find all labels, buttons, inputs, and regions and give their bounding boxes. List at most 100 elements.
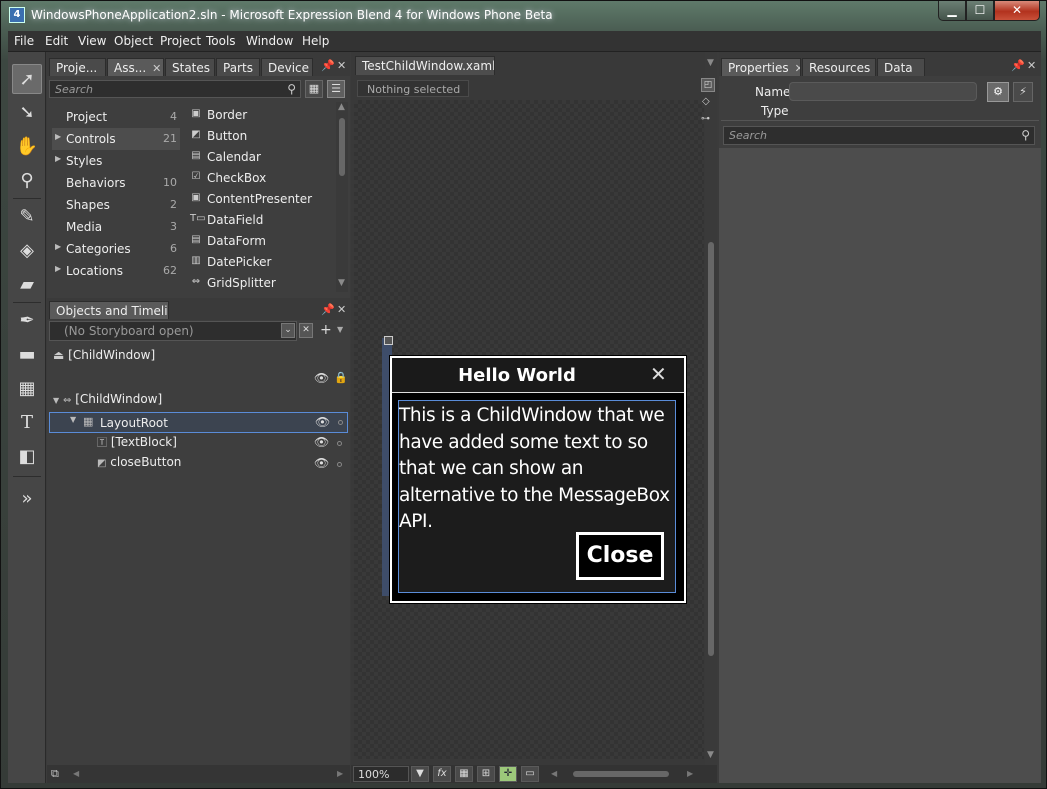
asset-datafield[interactable]: T▭ DataField [185, 210, 335, 231]
tab-states[interactable]: States [165, 58, 215, 76]
properties-search-input[interactable]: Search ⚲ [723, 126, 1035, 145]
zoom-icon[interactable]: ⚲ [12, 166, 42, 196]
tree-row-childwindow[interactable]: ▼ ⇔ [ChildWindow] [53, 392, 347, 413]
asset-dataform[interactable]: ▤ DataForm [185, 231, 335, 252]
gradient-brush-icon[interactable]: ▰ [12, 270, 42, 300]
tab-parts[interactable]: Parts [216, 58, 260, 76]
direct-select-icon[interactable]: ➘ [12, 98, 42, 128]
events-view-icon[interactable]: ⚡ [1013, 82, 1033, 102]
category-categories[interactable]: ▶ Categories 6 [52, 238, 180, 260]
show-grid-icon[interactable]: ▦ [455, 766, 473, 782]
paint-bucket-icon[interactable]: ◈ [12, 236, 42, 266]
close-button[interactable]: Close [576, 532, 664, 580]
close-window-button[interactable]: ✕ [994, 1, 1040, 21]
layer-icon[interactable]: ⧉ [51, 767, 59, 781]
design-view-icon[interactable]: ◰ [701, 78, 715, 92]
scroll-up-icon[interactable]: ▲ [338, 102, 345, 112]
visibility-eye-icon[interactable]: 👁 [314, 456, 329, 470]
grid-view-icon[interactable]: ▦ [305, 80, 323, 98]
menu-view[interactable]: View [78, 34, 106, 48]
lock-icon[interactable]: 🔒 [334, 371, 348, 384]
split-view-icon[interactable]: ⊶ [701, 114, 710, 124]
pin-icon[interactable]: 📌 [321, 59, 335, 72]
maximize-button[interactable]: ☐ [966, 1, 994, 21]
xaml-view-icon[interactable]: ◇ [702, 96, 710, 107]
tab-objects-timeline[interactable]: Objects and Timeline [49, 301, 169, 319]
hand-icon[interactable]: ✋ [12, 132, 42, 162]
scroll-up-icon[interactable]: ▼ [707, 58, 714, 68]
collapse-arrow-icon[interactable]: ▼ [53, 396, 59, 405]
visibility-eye-icon[interactable]: 👁 [314, 435, 329, 449]
tab-assets[interactable]: Ass... ✕ [107, 58, 164, 76]
grid-adorner-icon[interactable] [384, 336, 393, 345]
hscroll-right-icon[interactable]: ▶ [687, 769, 693, 778]
menu-file[interactable]: File [14, 34, 34, 48]
properties-view-icon[interactable]: ⚙ [987, 82, 1009, 102]
grid-icon[interactable]: ▦ [12, 374, 42, 404]
scroll-thumb[interactable] [708, 242, 714, 656]
zoom-input[interactable]: 100% [353, 766, 409, 782]
annotations-icon[interactable]: ▭ [521, 766, 539, 782]
layout-root[interactable]: This is a ChildWindow that we have added… [398, 400, 676, 593]
pin-icon[interactable]: 📌 [1011, 59, 1025, 72]
menu-edit[interactable]: Edit [45, 34, 68, 48]
close-storyboard-icon[interactable]: ✕ [299, 323, 313, 338]
lock-toggle-dot[interactable] [337, 441, 342, 446]
category-behaviors[interactable]: Behaviors 10 [52, 172, 180, 194]
collapse-arrow-icon[interactable]: ▼ [70, 415, 76, 424]
storyboard-menu-icon[interactable]: ⌄ [281, 323, 295, 338]
effects-icon[interactable]: fx [433, 766, 451, 782]
tab-device[interactable]: Device [261, 58, 313, 76]
asset-calendar[interactable]: ▤ Calendar [185, 147, 335, 168]
asset-button[interactable]: ◩ Button [185, 126, 335, 147]
add-storyboard-icon[interactable]: + [320, 322, 332, 338]
hscroll-thumb[interactable] [573, 771, 669, 777]
artboard[interactable]: Hello World ✕ This is a ChildWindow that… [354, 100, 704, 759]
minimize-button[interactable]: ▁ [938, 1, 966, 21]
snap-lines-icon[interactable]: ✛ [499, 766, 517, 782]
storyboard-dropdown-icon[interactable]: ▼ [337, 325, 343, 334]
close-tab-icon[interactable]: ✕ [152, 62, 161, 75]
list-view-icon[interactable]: ☰ [327, 80, 345, 98]
scroll-thumb[interactable] [339, 118, 345, 176]
close-tab-icon[interactable]: ✕ [795, 62, 800, 75]
asset-border[interactable]: ▣ Border [185, 105, 335, 126]
expand-icon[interactable]: » [12, 484, 42, 514]
category-styles[interactable]: ▶ Styles [52, 150, 180, 172]
asset-checkbox[interactable]: ☑ CheckBox [185, 168, 335, 189]
scroll-right-icon[interactable]: ▶ [337, 769, 343, 778]
close-panel-icon[interactable]: ✕ [337, 59, 346, 72]
asset-contentpresenter[interactable]: ▣ ContentPresenter [185, 189, 335, 210]
scroll-left-icon[interactable]: ◀ [73, 769, 79, 778]
category-project[interactable]: Project 4 [52, 106, 180, 128]
menu-object[interactable]: Object [114, 34, 153, 48]
tab-projects[interactable]: Proje... [49, 58, 106, 76]
menu-help[interactable]: Help [302, 34, 329, 48]
scroll-down-icon[interactable]: ▼ [338, 278, 345, 288]
rectangle-icon[interactable]: ▬ [12, 340, 42, 370]
scope-up-row[interactable]: ⏏ [ChildWindow] [53, 348, 155, 369]
category-controls[interactable]: ▶ Controls 21 [52, 128, 180, 150]
tab-data[interactable]: Data [877, 58, 925, 76]
asset-datepicker[interactable]: ▥ DatePicker [185, 252, 335, 273]
button-control-icon[interactable]: ◧ [12, 442, 42, 472]
menu-tools[interactable]: Tools [206, 34, 236, 48]
text-icon[interactable]: T [12, 408, 42, 438]
visibility-eye-icon[interactable]: 👁 [315, 415, 330, 429]
visibility-eye-icon[interactable]: 👁 [314, 371, 329, 385]
tree-row-closebutton[interactable]: ◩ closeButton [97, 455, 347, 476]
asset-gridsplitter[interactable]: ⇔ GridSplitter [185, 273, 335, 294]
hscroll-left-icon[interactable]: ◀ [551, 769, 557, 778]
zoom-dropdown-icon[interactable]: ▼ [411, 766, 429, 782]
assets-search-input[interactable]: Search ⚲ [49, 80, 301, 98]
menu-project[interactable]: Project [160, 34, 201, 48]
tree-row-textblock[interactable]: 🅃 [TextBlock] [97, 434, 347, 455]
category-shapes[interactable]: Shapes 2 [52, 194, 180, 216]
category-locations[interactable]: ▶ Locations 62 [52, 260, 180, 282]
tab-testchildwindow[interactable]: TestChildWindow.xaml✕ [355, 56, 495, 75]
close-panel-icon[interactable]: ✕ [337, 303, 346, 316]
category-media[interactable]: Media 3 [52, 216, 180, 238]
menu-window[interactable]: Window [246, 34, 293, 48]
document-vscrollbar[interactable]: ▼ ▼ [705, 52, 717, 765]
storyboard-picker[interactable]: (No Storyboard open) [49, 321, 297, 341]
